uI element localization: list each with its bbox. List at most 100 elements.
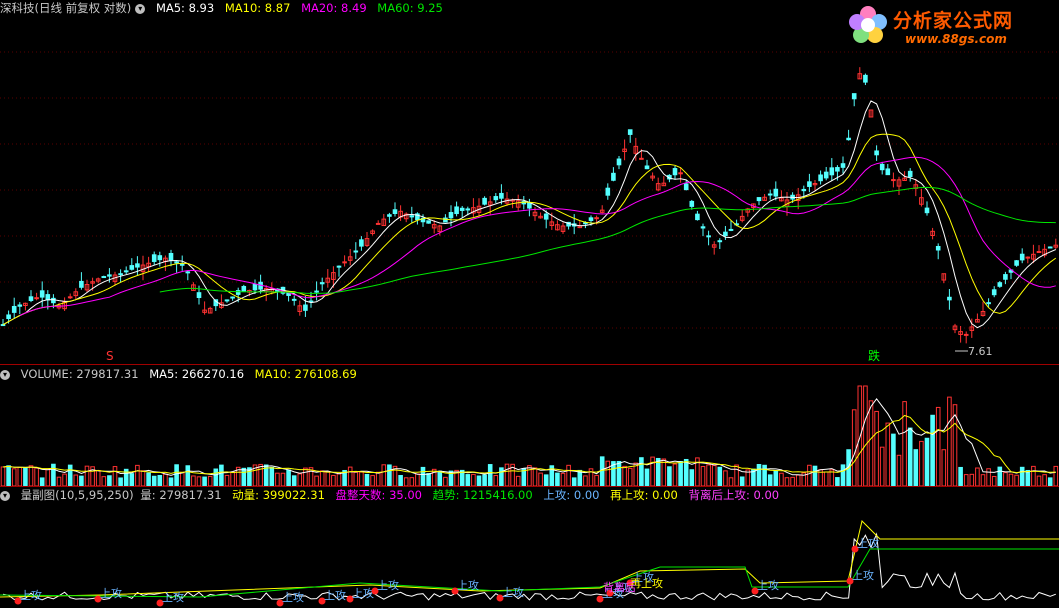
- volume-bar: [924, 437, 930, 486]
- volume-ma10-line: [2, 414, 1056, 475]
- volume-bar: [39, 477, 45, 486]
- volume-bar: [1047, 477, 1053, 486]
- volume-bar: [622, 465, 627, 486]
- price-candle-body: [409, 215, 415, 218]
- price-candle-body: [1019, 253, 1025, 261]
- volume-bar: [891, 433, 896, 486]
- volume-bar: [723, 470, 728, 486]
- price-candle-body: [594, 217, 599, 220]
- volume-settings-icon[interactable]: ▾: [0, 369, 10, 380]
- price-candle-body: [493, 196, 499, 201]
- volume-bar: [286, 469, 291, 486]
- volume-bar: [594, 474, 599, 486]
- price-candle-body: [829, 167, 835, 176]
- volume-bar: [381, 464, 387, 486]
- indicator-chart[interactable]: 上攻上攻上攻上攻上攻上攻上攻上攻上攻上攻上攻上攻上攻上攻上攻再上攻背离后: [0, 503, 1059, 608]
- volume-bar: [493, 475, 499, 486]
- price-candle-body: [157, 255, 163, 261]
- price-candle-body: [426, 220, 431, 224]
- volume-bar: [527, 465, 532, 486]
- volume-bar: [1031, 465, 1036, 486]
- price-candle-body: [991, 289, 997, 296]
- volume-bar: [739, 476, 745, 486]
- volume-bar: [717, 466, 723, 486]
- price-candle-body: [448, 212, 454, 219]
- volume-bar: [241, 467, 247, 486]
- price-candle-body: [174, 261, 179, 264]
- signal-tag-shanggong: 上攻: [20, 588, 42, 602]
- volume-bar: [767, 474, 773, 486]
- signal-tag-shanggong: 上攻: [757, 578, 779, 592]
- volume-bar: [779, 472, 784, 486]
- volume-bar: [762, 464, 767, 486]
- indicator-zaishanggong: 再上攻: 0.00: [610, 488, 678, 502]
- price-candle-body: [67, 296, 73, 299]
- price-candle-body: [101, 276, 107, 279]
- signal-tag-shanggong: 上攻: [377, 578, 399, 592]
- price-candle-body: [627, 129, 633, 135]
- price-candle-body: [644, 165, 650, 170]
- price-candle-body: [801, 188, 807, 192]
- signal-tag-shanggong: 上攻: [857, 536, 879, 550]
- volume-bar: [258, 463, 263, 486]
- price-candle-body: [151, 254, 157, 262]
- volume-bar: [336, 473, 342, 486]
- signal-tag-shanggong: 上攻: [352, 586, 374, 600]
- volume-ma5-readout: MA5: 266270.16: [149, 367, 245, 381]
- indicator-settings-icon[interactable]: ▾: [0, 490, 10, 501]
- volume-bar: [0, 466, 6, 486]
- price-candle-body: [717, 240, 723, 243]
- indicator-shanggong: 上攻: 0.00: [543, 488, 600, 502]
- volume-bar: [930, 414, 935, 486]
- price-candle-body: [1014, 260, 1019, 266]
- volume-bar: [935, 406, 941, 486]
- logo-name: 分析家公式网: [893, 10, 1014, 32]
- price-candle-body: [840, 163, 846, 168]
- volume-bar: [314, 475, 319, 486]
- volume-bar: [706, 464, 711, 486]
- volume-bar: [325, 471, 331, 486]
- price-candle-body: [179, 263, 185, 266]
- volume-bar: [135, 464, 140, 486]
- indicator-green-line: [0, 548, 1059, 598]
- price-candle-body: [443, 217, 448, 223]
- volume-bar: [661, 458, 667, 486]
- price-candle-body: [241, 286, 247, 293]
- volume-bar: [398, 475, 403, 486]
- price-candle-body: [605, 187, 611, 196]
- volume-bar: [213, 468, 219, 486]
- volume-bar: [84, 465, 90, 486]
- volume-bar: [728, 477, 734, 486]
- fall-signal-label: 跌: [868, 348, 880, 363]
- volume-bar: [885, 422, 891, 486]
- volume-bar: [823, 471, 829, 486]
- indicator-beili: 背离后上攻: 0.00: [688, 488, 780, 502]
- volume-bar: [291, 475, 297, 486]
- settings-circle-icon[interactable]: ▾: [135, 3, 146, 14]
- price-candle-body: [336, 265, 342, 268]
- price-candle-body: [0, 324, 6, 327]
- price-candle-body: [997, 282, 1003, 287]
- volume-bar: [650, 456, 655, 486]
- volume-bar: [45, 468, 51, 486]
- logo-url: www.88gs.com: [905, 32, 1007, 46]
- volume-readout: VOLUME: 279817.31: [20, 367, 139, 381]
- volume-bar: [644, 468, 650, 486]
- volume-chart[interactable]: [0, 382, 1059, 486]
- signal-tag-shanggong: 上攻: [282, 590, 304, 604]
- price-chart[interactable]: S 跌 7.61: [0, 16, 1059, 366]
- price-candle-body: [678, 172, 683, 175]
- volume-bar: [532, 467, 538, 486]
- price-candle-body: [885, 168, 891, 176]
- volume-bar: [112, 466, 118, 486]
- volume-bar: [487, 464, 493, 486]
- price-candle-body: [818, 174, 823, 182]
- volume-ma5-line: [2, 397, 1056, 476]
- volume-bar: [599, 456, 605, 486]
- price-candle-body: [611, 172, 616, 181]
- price-candle-body: [1003, 274, 1008, 280]
- price-candle-body: [683, 183, 689, 191]
- volume-bar: [179, 471, 185, 486]
- volume-bar: [269, 466, 275, 486]
- price-candle-body: [851, 93, 857, 100]
